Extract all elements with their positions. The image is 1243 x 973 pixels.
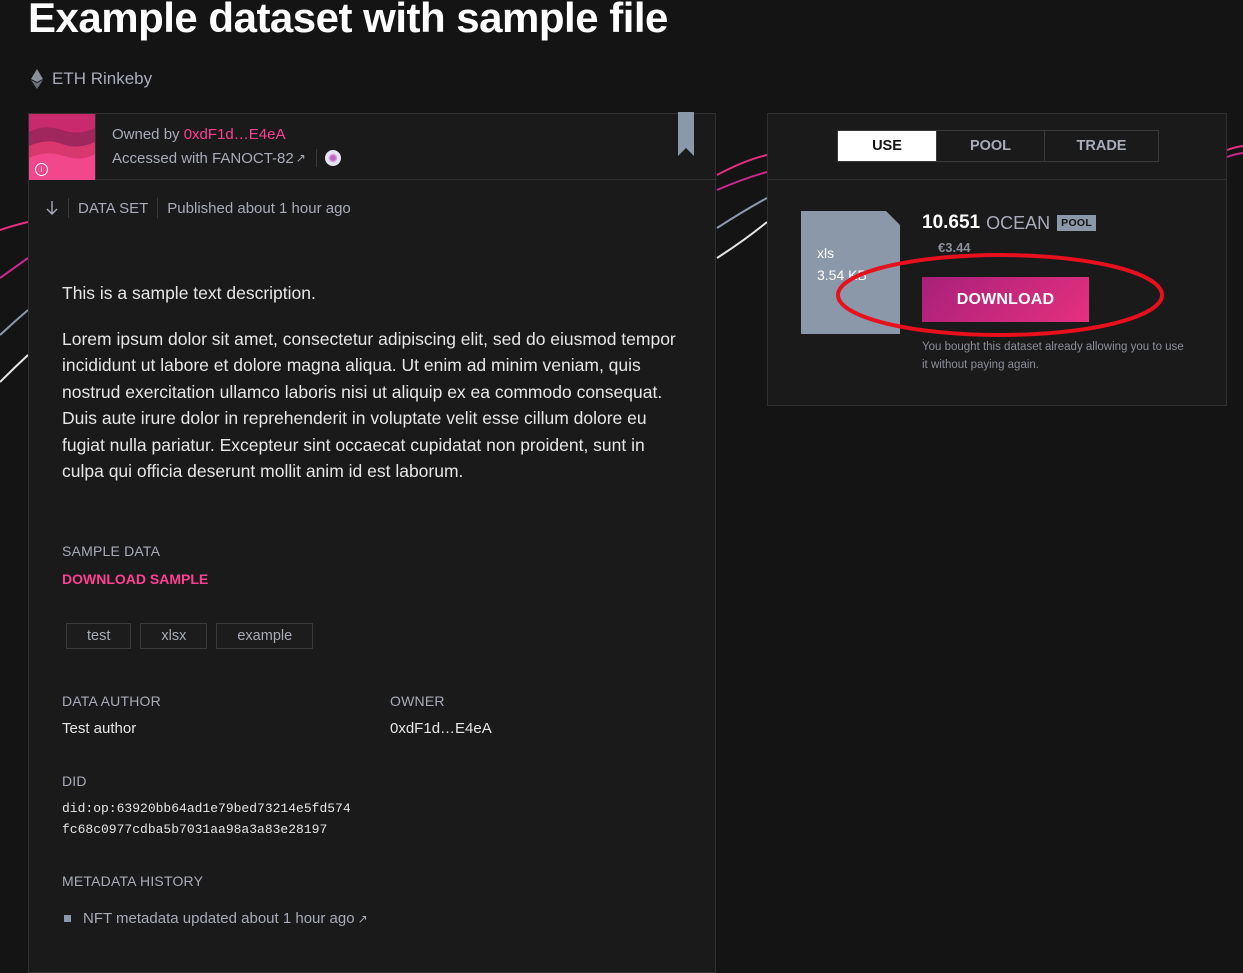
- owner-link[interactable]: 0xdF1d…E4eA: [184, 126, 286, 143]
- metadata-history-label: METADATA HISTORY: [62, 873, 204, 889]
- owned-by: Owned by 0xdF1d…E4eA: [112, 126, 285, 143]
- asset-thumbnail: i: [29, 114, 96, 180]
- divider: [68, 198, 69, 218]
- file-size: 3.54 KB: [817, 267, 867, 283]
- nft-icon[interactable]: [324, 150, 341, 166]
- download-sample-link[interactable]: DOWNLOAD SAMPLE: [62, 571, 208, 587]
- did-label: DID: [62, 773, 87, 789]
- file-extension: xls: [817, 245, 835, 261]
- accessed-with: Accessed with FANOCT-82 ↗: [112, 149, 341, 167]
- data-author-label: DATA AUTHOR: [62, 693, 161, 709]
- file-icon: xls 3.54 KB: [801, 211, 900, 334]
- tab-pool[interactable]: POOL: [936, 131, 1044, 161]
- bookmark-icon[interactable]: [678, 112, 694, 156]
- consume-card: USE POOL TRADE xls 3.54 KB 10.651 OCEAN …: [767, 113, 1227, 406]
- purchase-note: You bought this dataset already allowing…: [922, 341, 1184, 371]
- tag-list: test xlsx example: [66, 623, 314, 649]
- info-icon[interactable]: i: [35, 163, 48, 176]
- tabs-bar: USE POOL TRADE: [768, 114, 1226, 180]
- network-badge: ETH Rinkeby: [30, 69, 152, 89]
- divider: [157, 198, 159, 218]
- did-value-line: fc68c0977cdba5b7031aa98a3a83e28197: [62, 822, 328, 837]
- tab-trade[interactable]: TRADE: [1044, 131, 1158, 161]
- tag[interactable]: xlsx: [140, 623, 208, 649]
- asset-description: This is a sample text description. Lorem…: [62, 280, 687, 504]
- price: 10.651 OCEAN POOL: [922, 212, 1097, 234]
- external-link-icon: ↗: [357, 911, 368, 926]
- ethereum-icon: [31, 69, 43, 89]
- page-title: Example dataset with sample file: [28, 0, 668, 41]
- divider: [315, 149, 317, 167]
- download-button[interactable]: DOWNLOAD: [922, 277, 1089, 322]
- description-paragraph: This is a sample text description.: [62, 283, 316, 303]
- asset-meta: DATA SET Published about 1 hour ago: [45, 198, 351, 218]
- data-author-value: Test author: [62, 720, 137, 737]
- tab-use[interactable]: USE: [838, 131, 936, 161]
- price-conversion: €3.44: [938, 240, 971, 255]
- owner-value-link[interactable]: 0xdF1d…E4eA: [390, 720, 492, 737]
- published-date: Published about 1 hour ago: [167, 199, 351, 217]
- owner-label: OWNER: [390, 693, 445, 709]
- asset-type: DATA SET: [78, 199, 149, 217]
- history-link[interactable]: NFT metadata updated about 1 hour ago: [83, 910, 355, 927]
- owned-by-label: Owned by: [112, 126, 184, 143]
- asset-header: i Owned by 0xdF1d…E4eA Accessed with FAN…: [29, 112, 717, 180]
- accessed-with-link[interactable]: Accessed with FANOCT-82: [112, 150, 294, 167]
- tag[interactable]: example: [216, 623, 314, 649]
- history-item: NFT metadata updated about 1 hour ago ↗: [64, 910, 368, 927]
- bullet: [64, 915, 71, 922]
- arrow-down-icon: [46, 201, 58, 215]
- sample-data-label: SAMPLE DATA: [62, 543, 161, 559]
- asset-details-card: i Owned by 0xdF1d…E4eA Accessed with FAN…: [28, 112, 717, 973]
- price-value: 10.651: [922, 212, 981, 233]
- pool-badge: POOL: [1057, 215, 1097, 231]
- external-link-icon: ↗: [295, 151, 306, 165]
- tab-group: USE POOL TRADE: [837, 130, 1159, 162]
- tag[interactable]: test: [66, 623, 132, 649]
- description-paragraph: Lorem ipsum dolor sit amet, consectetur …: [62, 328, 676, 482]
- network-name: ETH Rinkeby: [52, 69, 153, 88]
- did-value-line: did:op:63920bb64ad1e79bed73214e5fd574: [62, 801, 351, 816]
- price-symbol: OCEAN: [986, 212, 1051, 233]
